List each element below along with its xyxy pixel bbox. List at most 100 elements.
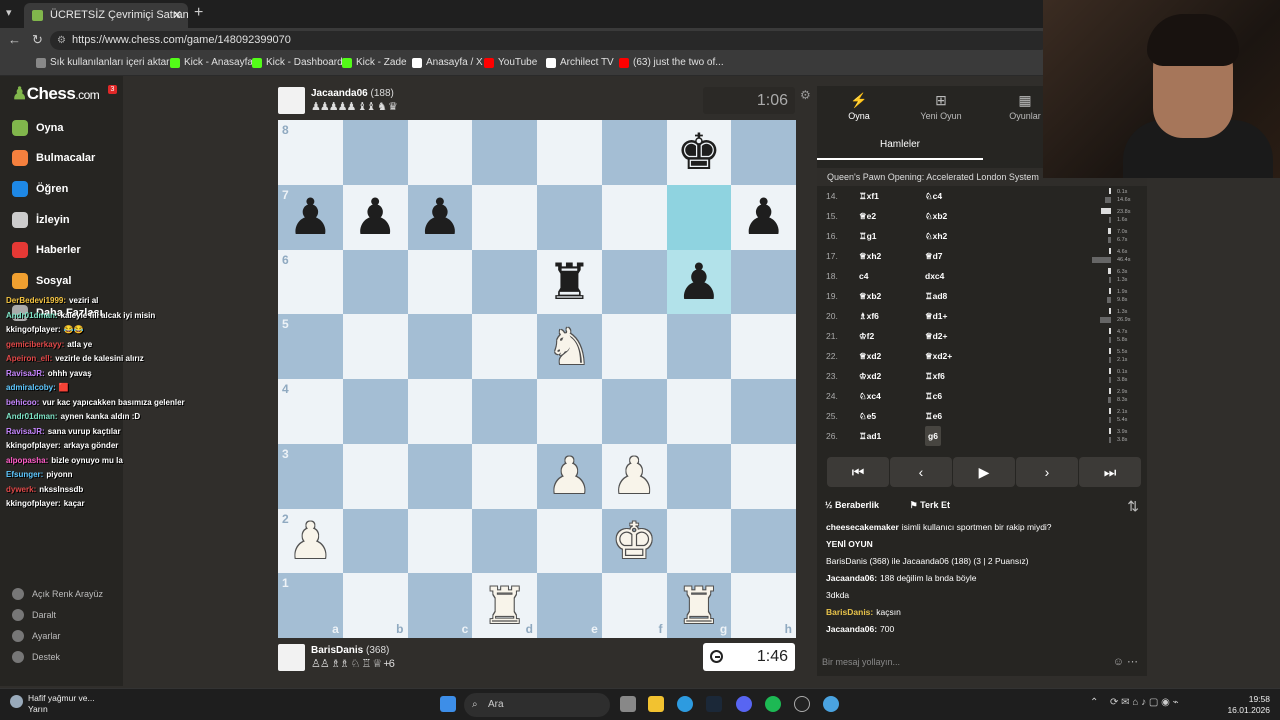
white-move[interactable]: ♖g1	[859, 226, 877, 246]
panel-tab-0[interactable]: ⚡ Oyna	[819, 92, 899, 121]
top-player-name[interactable]: Jacaanda06	[311, 88, 368, 99]
tray-chevron-icon[interactable]: ⌃	[1090, 697, 1098, 708]
square-f7[interactable]	[601, 184, 667, 250]
square-h2[interactable]	[731, 508, 796, 574]
square-e3[interactable]: ♟	[537, 443, 602, 509]
square-g3[interactable]	[666, 443, 732, 509]
flip-board-icon[interactable]: ⇅	[1127, 498, 1139, 515]
square-g1[interactable]: g ♜	[666, 573, 732, 638]
emoji-icon[interactable]: ☺ ⋯	[1113, 652, 1138, 672]
bookmark-item[interactable]: Sık kullanılanları içeri aktar	[36, 57, 170, 68]
game-chat-user[interactable]: Jacaanda06:	[826, 573, 877, 583]
sidebar-bottom-item[interactable]: Açık Renk Arayüz	[12, 587, 103, 601]
prev-move-button[interactable]: ‹	[890, 457, 952, 487]
black-move[interactable]: ♘xb2	[925, 206, 947, 226]
weather-widget[interactable]: Hafif yağmur ve... Yarın	[10, 693, 95, 715]
tray-icons[interactable]: ⟳ ✉ ⌂ ♪ ▢ ◉ ⌁	[1110, 697, 1179, 708]
back-icon[interactable]: ←	[8, 32, 21, 47]
first-move-button[interactable]: ⏮	[827, 457, 889, 487]
spotify-icon[interactable]	[765, 696, 781, 712]
white-move[interactable]: ♗xf6	[859, 306, 879, 326]
white-move[interactable]: ♔f2	[859, 326, 874, 346]
square-a2[interactable]: 2 ♟	[278, 508, 343, 574]
square-f2[interactable]: ♚	[601, 508, 667, 574]
discord-icon[interactable]	[736, 696, 752, 712]
square-a4[interactable]: 4	[278, 379, 343, 444]
edge-icon[interactable]	[677, 696, 693, 712]
black-move[interactable]: ♖c6	[925, 386, 942, 406]
sidebar-item-1[interactable]: Bulmacalar	[12, 149, 95, 167]
steam-icon[interactable]	[706, 696, 722, 712]
white-move[interactable]: ♖xf1	[859, 186, 879, 206]
black-piece-b7[interactable]: ♟	[343, 185, 408, 250]
square-g6[interactable]: ♟	[666, 249, 732, 315]
game-chat-user[interactable]: Jacaanda06:	[826, 624, 877, 634]
sidebar-item-0[interactable]: Oyna	[12, 119, 64, 137]
bookmark-item[interactable]: YouTube	[484, 57, 537, 68]
file-explorer-icon[interactable]	[648, 696, 664, 712]
square-d6[interactable]	[472, 249, 537, 315]
square-d3[interactable]	[472, 443, 537, 509]
square-a1[interactable]: 1a	[278, 573, 343, 638]
panel-tab-1[interactable]: ⊞ Yeni Oyun	[901, 92, 981, 121]
next-move-button[interactable]: ›	[1016, 457, 1078, 487]
square-a3[interactable]: 3	[278, 443, 343, 509]
board-settings-icon[interactable]: ⚙	[800, 88, 811, 102]
square-a5[interactable]: 5	[278, 314, 343, 379]
sidebar-item-3[interactable]: İzleyin	[12, 211, 70, 229]
square-d1[interactable]: d ♜	[472, 573, 537, 638]
bookmark-item[interactable]: Archilect TV	[546, 57, 614, 68]
black-move[interactable]: ♖xf6	[925, 366, 945, 386]
chess-logo[interactable]: ♟Chess.com	[12, 84, 100, 104]
sidebar-bottom-item[interactable]: Destek	[12, 650, 60, 664]
task-view-icon[interactable]	[620, 696, 636, 712]
game-chat-user[interactable]: cheesecakemaker	[826, 522, 899, 532]
square-e7[interactable]	[537, 184, 602, 250]
square-c8[interactable]	[407, 120, 473, 185]
white-move[interactable]: ♕xh2	[859, 246, 881, 266]
white-move[interactable]: ♘xc4	[859, 386, 881, 406]
square-c3[interactable]	[407, 443, 473, 509]
square-b8[interactable]	[342, 120, 408, 185]
white-move[interactable]: ♕e2	[859, 206, 876, 226]
square-h8[interactable]	[731, 120, 796, 185]
black-piece-c7[interactable]: ♟	[408, 185, 473, 250]
sidebar-item-4[interactable]: Haberler	[12, 241, 81, 259]
square-c7[interactable]: ♟	[407, 184, 473, 250]
tab-moves[interactable]: Hamleler	[817, 130, 983, 160]
square-c4[interactable]	[407, 379, 473, 444]
black-move[interactable]: ♖ad8	[925, 286, 947, 306]
square-h1[interactable]: h	[731, 573, 796, 638]
white-piece-d1[interactable]: ♜	[472, 573, 537, 638]
square-g2[interactable]	[666, 508, 732, 574]
bookmark-item[interactable]: Kick - Zade	[342, 57, 407, 68]
white-move[interactable]: c4	[859, 266, 868, 286]
square-e4[interactable]	[537, 379, 602, 444]
square-g4[interactable]	[666, 379, 732, 444]
draw-button[interactable]: ½ Beraberlik	[825, 500, 893, 510]
black-piece-g8[interactable]: ♚	[667, 120, 732, 185]
sidebar-bottom-item[interactable]: Ayarlar	[12, 629, 60, 643]
square-f4[interactable]	[601, 379, 667, 444]
square-e5[interactable]: ♞	[537, 314, 602, 379]
new-tab-icon[interactable]: +	[194, 4, 203, 22]
reload-icon[interactable]: ↻	[32, 32, 43, 48]
last-move-button[interactable]: ⏭	[1079, 457, 1141, 487]
square-e1[interactable]: e	[537, 573, 602, 638]
black-piece-e6[interactable]: ♜	[537, 250, 602, 315]
unreal-icon[interactable]	[794, 696, 810, 712]
black-move[interactable]: ♕xd2+	[925, 346, 952, 366]
taskbar-search[interactable]: ⌕ Ara	[464, 693, 610, 717]
square-c2[interactable]	[407, 508, 473, 574]
square-g8[interactable]: ♚	[666, 120, 732, 185]
tab-menu-icon[interactable]: ▾	[6, 6, 12, 19]
square-b3[interactable]	[342, 443, 408, 509]
white-piece-a2[interactable]: ♟	[278, 509, 343, 574]
square-d7[interactable]	[472, 184, 537, 250]
square-a8[interactable]: 8	[278, 120, 343, 185]
white-move[interactable]: ♘e5	[859, 406, 876, 426]
square-a6[interactable]: 6	[278, 249, 343, 315]
bottom-player-name[interactable]: BarisDanis	[311, 645, 363, 656]
square-b6[interactable]	[342, 249, 408, 315]
square-h7[interactable]: ♟	[731, 184, 796, 250]
